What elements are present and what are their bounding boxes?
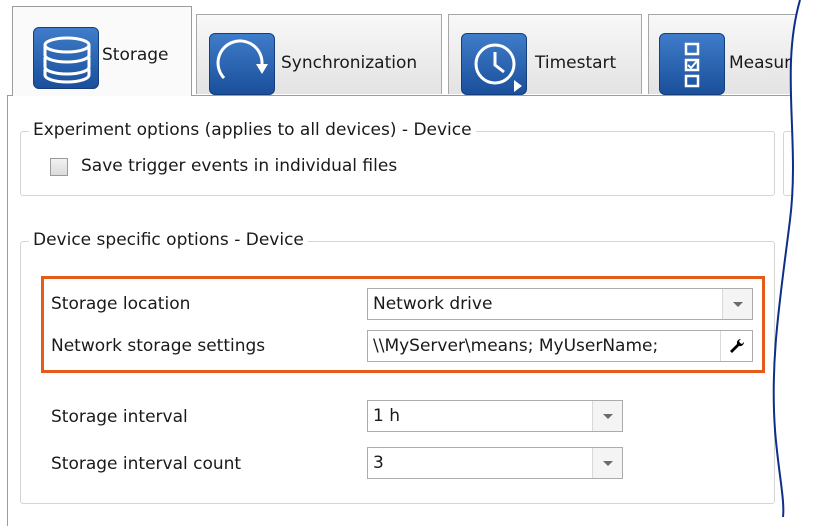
database-icon	[33, 27, 99, 89]
storage-interval-label: Storage interval	[51, 407, 188, 427]
sync-icon	[209, 33, 275, 95]
checklist-icon	[659, 33, 725, 95]
tab-timestart[interactable]: Timestart	[448, 14, 642, 95]
chevron-down-icon[interactable]	[592, 401, 622, 431]
select-value: 3	[373, 453, 384, 473]
tab-label: Synchronization	[281, 53, 418, 73]
network-settings-field[interactable]: \\MyServer\means; MyUserName;	[367, 330, 753, 362]
clock-icon	[461, 33, 527, 95]
right-options-group: Ex	[783, 120, 821, 196]
group-title: Experiment options (applies to all devic…	[29, 120, 476, 140]
storage-interval-select[interactable]: 1 h	[367, 400, 623, 432]
tab-strip: Storage Synchronization Timestart Measur…	[0, 0, 821, 96]
network-settings-label: Network storage settings	[51, 336, 266, 356]
storage-interval-count-label: Storage interval count	[51, 454, 242, 474]
chevron-down-icon[interactable]	[722, 289, 752, 319]
storage-location-select[interactable]: Network drive	[367, 288, 753, 320]
tab-label: Timestart	[535, 53, 617, 73]
select-value: 1 h	[373, 406, 400, 426]
storage-location-label: Storage location	[51, 294, 191, 314]
storage-panel: Experiment options (applies to all devic…	[7, 95, 821, 526]
group-title: Device specific options - Device	[29, 230, 308, 250]
save-trigger-checkbox[interactable]	[50, 158, 68, 176]
experiment-options-group: Experiment options (applies to all devic…	[20, 120, 775, 196]
tab-label: Storage	[102, 45, 169, 65]
tab-storage[interactable]: Storage	[12, 6, 192, 96]
tab-measure[interactable]: Measure	[648, 14, 821, 95]
tab-synchronization[interactable]: Synchronization	[196, 14, 442, 95]
right-checkbox[interactable]	[806, 158, 821, 176]
storage-interval-count-select[interactable]: 3	[367, 447, 623, 479]
chevron-down-icon[interactable]	[592, 448, 622, 478]
wrench-icon[interactable]	[720, 331, 752, 361]
select-value: Network drive	[373, 294, 493, 314]
field-value: \\MyServer\means; MyUserName;	[373, 336, 659, 356]
tab-label: Measure	[729, 53, 802, 73]
checkbox-label: Save trigger events in individual files	[81, 156, 398, 176]
device-options-group: Device specific options - Device Storage…	[20, 230, 775, 504]
group-title: Ex	[798, 120, 821, 140]
